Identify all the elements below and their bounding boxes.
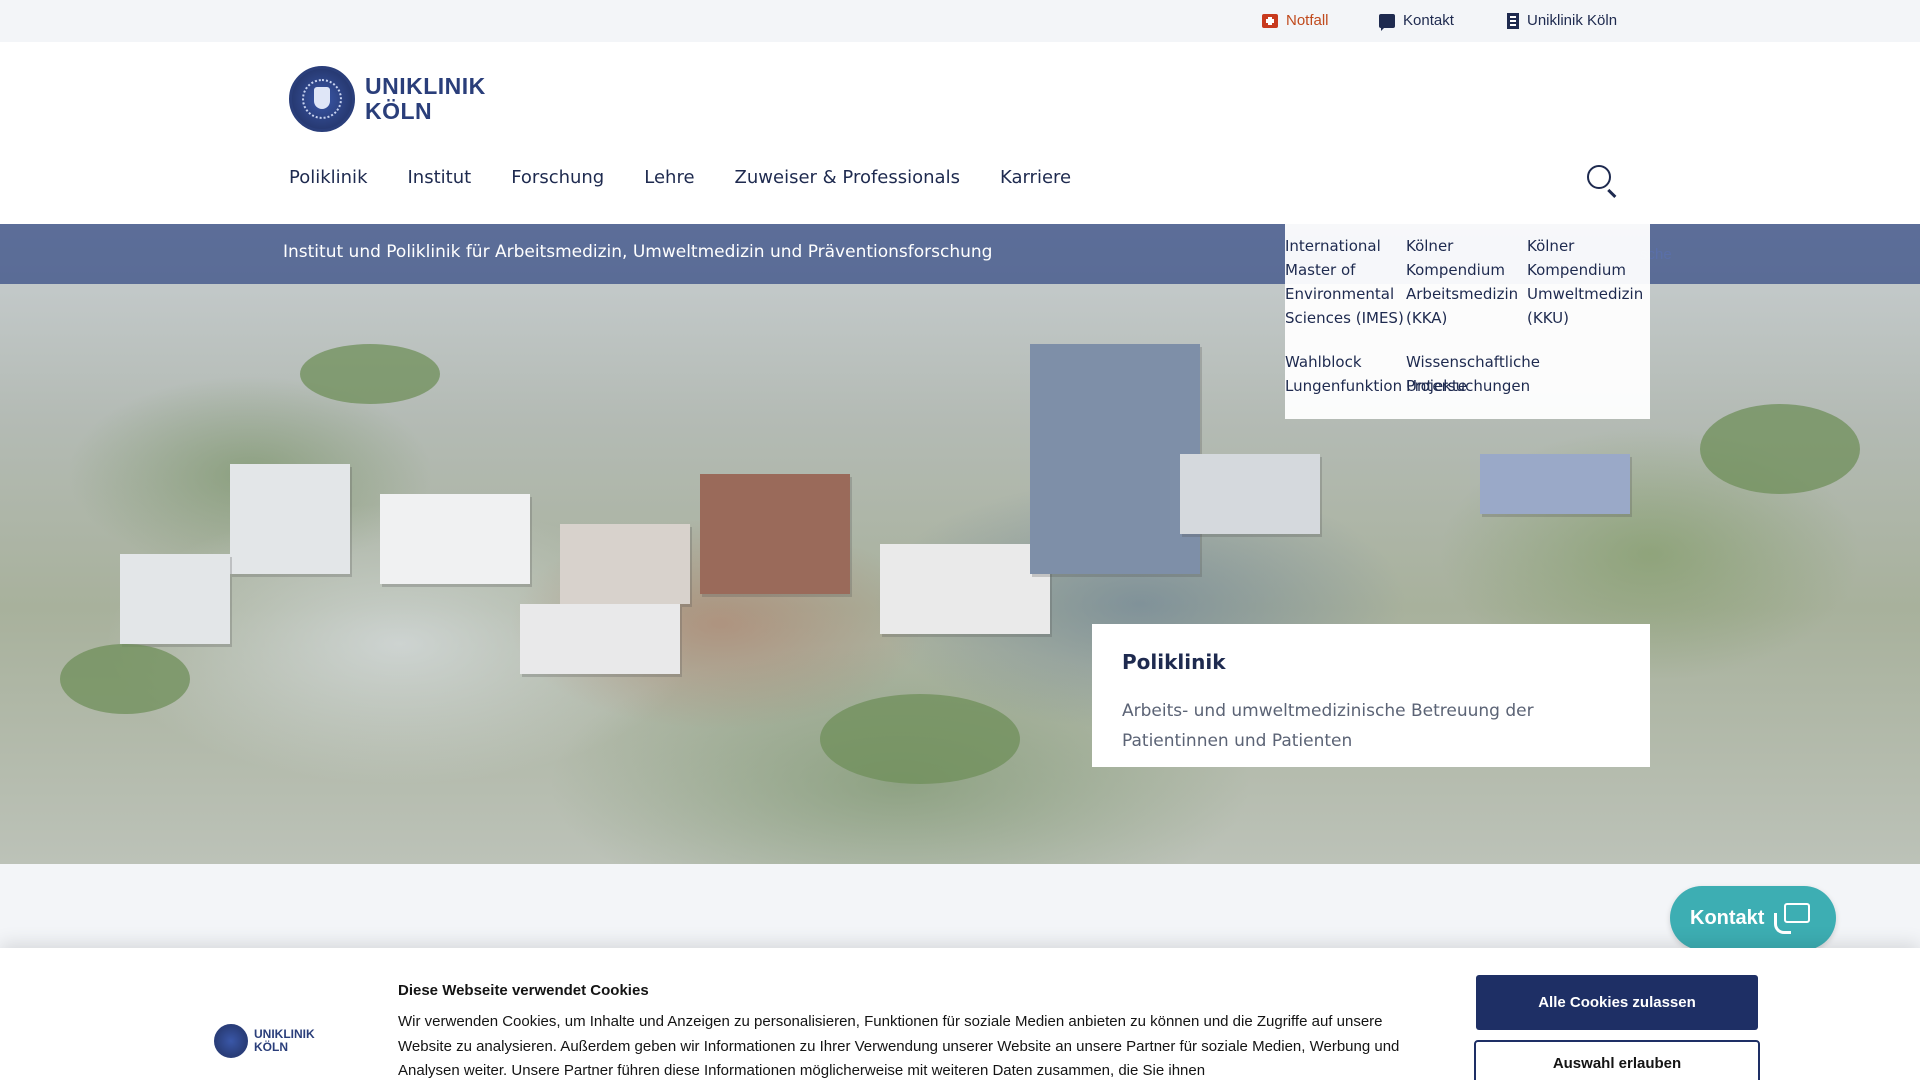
nav-item-zuweiser[interactable]: Zuweiser & Professionals xyxy=(735,167,960,188)
nav-item-lehre[interactable]: Lehre xyxy=(644,167,694,188)
logo-line-2: KÖLN xyxy=(365,98,433,124)
teaser-card[interactable]: Poliklinik Arbeits- und umweltmedizinisc… xyxy=(1092,624,1650,767)
menu-item-kka[interactable]: Kölner Kompendium Arbeitsmedizin (KKA) xyxy=(1406,234,1526,330)
site-logo[interactable]: UNIKLINIK KÖLN xyxy=(289,66,486,132)
chat-bubble-icon xyxy=(1379,13,1395,31)
breadcrumb-institute[interactable]: Institut und Poliklinik für Arbeitsmediz… xyxy=(283,242,992,262)
teaser-text: Arbeits- und umweltmedizinische Betreuun… xyxy=(1122,701,1534,751)
kontakt-link[interactable]: Kontakt xyxy=(1379,12,1454,31)
teaser-title: Poliklinik xyxy=(1122,650,1226,674)
uniklinik-link[interactable]: Uniklinik Köln xyxy=(1507,12,1617,29)
accept-all-cookies-button[interactable]: Alle Cookies zulassen xyxy=(1476,975,1758,1030)
cookie-logo: UNIKLINIK KÖLN xyxy=(214,1024,315,1058)
menu-item-untersuchungen[interactable]: Untersuchungen xyxy=(1406,374,1556,398)
uniklinik-label: Uniklinik Köln xyxy=(1527,12,1618,29)
cookie-title: Diese Webseite verwendet Cookies xyxy=(398,982,649,999)
menu-item-wahlblock[interactable]: Wahlblock Lungenfunktion xyxy=(1285,350,1405,398)
kontakt-float-button[interactable]: Kontakt xyxy=(1670,886,1836,950)
cookie-body: Wir verwenden Cookies, um Inhalte und An… xyxy=(398,1013,1400,1079)
university-seal-icon xyxy=(289,66,355,132)
main-nav: Poliklinik Institut Forschung Lehre Zuwe… xyxy=(289,167,1071,188)
notfall-label: Notfall xyxy=(1286,12,1329,29)
nav-item-institut[interactable]: Institut xyxy=(408,167,472,188)
nav-item-forschung[interactable]: Forschung xyxy=(511,167,604,188)
notfall-link[interactable]: Notfall xyxy=(1262,12,1329,29)
cookie-banner: UNIKLINIK KÖLN Diese Webseite verwendet … xyxy=(0,948,1920,1080)
lehre-dropdown-menu: International Master of Environmental Sc… xyxy=(1285,224,1650,419)
kontakt-label: Kontakt xyxy=(1403,12,1454,29)
emergency-cross-icon xyxy=(1262,13,1278,28)
logo-text: UNIKLINIK KÖLN xyxy=(365,74,486,124)
phone-chat-icon xyxy=(1774,903,1811,934)
kontakt-float-label: Kontakt xyxy=(1690,906,1765,929)
site-header: UNIKLINIK KÖLN Poliklinik Institut Forsc… xyxy=(0,42,1920,224)
university-seal-small-icon xyxy=(214,1024,248,1058)
utility-bar: Notfall Kontakt Uniklinik Köln xyxy=(0,0,1920,42)
nav-item-karriere[interactable]: Karriere xyxy=(1000,167,1071,188)
logo-line-1: UNIKLINIK xyxy=(365,73,486,99)
menu-item-kku[interactable]: Kölner Kompendium Umweltmedizin (KKU) xyxy=(1527,234,1650,330)
search-icon[interactable] xyxy=(1587,165,1611,189)
cookie-logo-line-2: KÖLN xyxy=(254,1040,288,1054)
nav-item-poliklinik[interactable]: Poliklinik xyxy=(289,167,368,188)
allow-selection-button[interactable]: Auswahl erlauben xyxy=(1474,1040,1760,1080)
menu-item-imes[interactable]: International Master of Environmental Sc… xyxy=(1285,234,1405,330)
cookie-logo-text: UNIKLINIK KÖLN xyxy=(254,1028,315,1054)
building-icon xyxy=(1507,12,1519,29)
